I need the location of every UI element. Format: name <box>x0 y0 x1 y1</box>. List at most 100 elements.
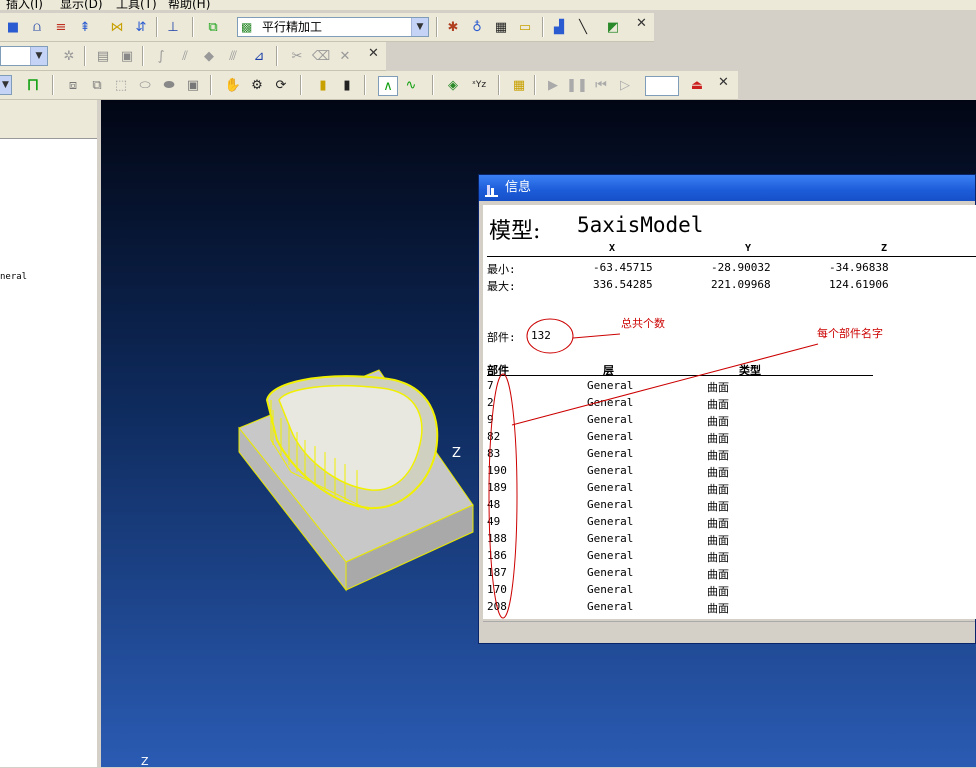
layer-cell: General <box>587 532 634 545</box>
grid-icon[interactable]: ▦ <box>510 76 528 94</box>
info-window-titlebar[interactable]: 信息 <box>479 175 975 201</box>
level-icon[interactable]: ⊿ <box>250 47 268 65</box>
table-row: 190 General 曲面 <box>487 464 887 481</box>
axis-z-bottom-label: Z <box>141 755 149 768</box>
menu-help[interactable]: 帮助(H) <box>168 0 210 10</box>
eject-icon[interactable]: ⏏ <box>688 76 706 94</box>
strategy-select[interactable]: ▩ 平行精加工 ▼ <box>237 17 429 37</box>
part-cell: 48 <box>487 498 501 511</box>
disk-icon[interactable]: ▣ <box>184 76 202 94</box>
toolbar-main: ■ ⩍ ≡ ⇞ ⋈ ⇵ ⊥ ⧉ ▩ 平行精加工 ▼ ✱ ♁ ▦ ▭ ▟ ╲ ◩ … <box>0 13 654 42</box>
curve-select-icon[interactable]: ∧ <box>378 76 398 96</box>
surface-icon[interactable]: ◆ <box>200 47 218 65</box>
max-z: 124.61906 <box>829 278 889 291</box>
menu-insert[interactable]: 插入(I) <box>6 0 43 10</box>
spline-icon[interactable]: ∿ <box>402 76 420 94</box>
part-cell: 186 <box>487 549 507 562</box>
offset-icon[interactable]: ⫽ <box>176 47 194 65</box>
simulate-icon[interactable]: ♁ <box>468 18 486 36</box>
model-label: 模型: <box>489 219 541 244</box>
parts-count: 132 <box>531 329 551 342</box>
type-cell: 曲面 <box>707 551 729 564</box>
toolpath-strategy-icon[interactable]: ⧉ <box>204 18 222 36</box>
block-icon[interactable]: ⧈ <box>64 76 82 94</box>
cut-icon[interactable]: ✂ <box>288 47 306 65</box>
layer-cell: General <box>587 413 634 426</box>
min-x: -63.45715 <box>593 261 653 274</box>
curve-icon[interactable]: ∫ <box>152 47 170 65</box>
workplane-icon[interactable]: ◈ <box>444 76 462 94</box>
step-icon[interactable]: ▷ <box>616 76 634 94</box>
tool-shank-icon[interactable]: ▮ <box>338 76 356 94</box>
eraser-icon[interactable]: ⌫ <box>312 47 330 65</box>
shade-icon[interactable]: ⬭ <box>136 76 154 94</box>
max-label: 最大: <box>487 280 516 293</box>
feature-icon[interactable]: ⇞ <box>76 18 94 36</box>
table-row: 208 General 曲面 <box>487 600 887 617</box>
table-row: 7 General 曲面 <box>487 379 887 396</box>
layer-select[interactable]: ▼ <box>0 46 48 66</box>
chevron-down-icon[interactable]: ▼ <box>0 76 11 94</box>
close-icon[interactable]: ✕ <box>368 46 379 61</box>
speed-box[interactable] <box>645 76 679 96</box>
boundary-icon[interactable]: ⩍ <box>28 18 46 36</box>
layer-cell: General <box>587 498 634 511</box>
rotate-icon[interactable]: ⟳ <box>272 76 290 94</box>
menu-tools[interactable]: 工具(T) <box>116 0 157 10</box>
pause-icon[interactable]: ❚❚ <box>566 76 588 94</box>
close-icon[interactable]: ✕ <box>636 16 647 31</box>
chevron-down-icon[interactable]: ▼ <box>30 47 47 65</box>
table-row: 82 General 曲面 <box>487 430 887 447</box>
solid-icon[interactable]: ⬬ <box>160 76 178 94</box>
part-cell: 49 <box>487 515 501 528</box>
wave-icon[interactable]: ⨅ <box>24 76 42 94</box>
model-name: 5axisModel <box>577 213 704 237</box>
save-icon[interactable]: ▣ <box>118 47 136 65</box>
tree-item-general[interactable]: neral <box>0 272 27 282</box>
type-cell: 曲面 <box>707 466 729 479</box>
stock-icon[interactable]: ⧉ <box>88 76 106 94</box>
xyz-icon[interactable]: ˣYz <box>470 76 488 94</box>
play-icon[interactable]: ▶ <box>544 76 562 94</box>
layer-cell: General <box>587 566 634 579</box>
chevron-down-icon[interactable]: ▼ <box>411 18 428 36</box>
part-cell: 2 <box>487 396 494 409</box>
layer-cell: General <box>587 481 634 494</box>
tool-holder-icon[interactable]: ▮ <box>314 76 332 94</box>
type-cell: 曲面 <box>707 415 729 428</box>
layer-cell: General <box>587 600 634 613</box>
ncprogram-icon[interactable]: ◩ <box>604 18 622 36</box>
table-icon[interactable]: ▦ <box>492 18 510 36</box>
part-cell: 187 <box>487 566 507 579</box>
type-cell: 曲面 <box>707 602 729 615</box>
hand-icon[interactable]: ✋ <box>224 76 242 94</box>
view-iso-icon[interactable]: ⬚ <box>112 76 130 94</box>
min-label: 最小: <box>487 263 516 276</box>
type-cell: 曲面 <box>707 381 729 394</box>
delete-icon[interactable]: ✕ <box>336 47 354 65</box>
machine-icon[interactable]: ▟ <box>550 18 568 36</box>
calculate-icon[interactable]: ✱ <box>444 18 462 36</box>
mode-select[interactable]: ▼ <box>0 75 12 95</box>
strategy-select-value: 平行精加工 <box>262 20 323 34</box>
cube-icon[interactable]: ■ <box>4 18 22 36</box>
tool-icon[interactable]: ⊥ <box>164 18 182 36</box>
layer-cell: General <box>587 396 634 409</box>
rewind-icon[interactable]: ⏮ <box>592 76 610 94</box>
open-icon[interactable]: ▤ <box>94 47 112 65</box>
type-cell: 曲面 <box>707 483 729 496</box>
pattern-icon[interactable]: ≡ <box>52 18 70 36</box>
col-x: X <box>609 243 616 254</box>
settings-icon[interactable]: ✲ <box>60 47 78 65</box>
header-rule <box>487 256 976 257</box>
col-z: Z <box>881 243 888 254</box>
close-icon[interactable]: ✕ <box>718 75 729 90</box>
select-tool-icon[interactable]: ⚙ <box>248 76 266 94</box>
edit-icon[interactable]: ⫻ <box>224 47 242 65</box>
probe-icon[interactable]: ╲ <box>574 18 592 36</box>
ruler-icon[interactable]: ▭ <box>516 18 534 36</box>
layer-cell: General <box>587 583 634 596</box>
menu-view[interactable]: 显示(D) <box>60 0 103 10</box>
toolpath-connect-icon[interactable]: ⋈ <box>108 18 126 36</box>
leads-icon[interactable]: ⇵ <box>132 18 150 36</box>
